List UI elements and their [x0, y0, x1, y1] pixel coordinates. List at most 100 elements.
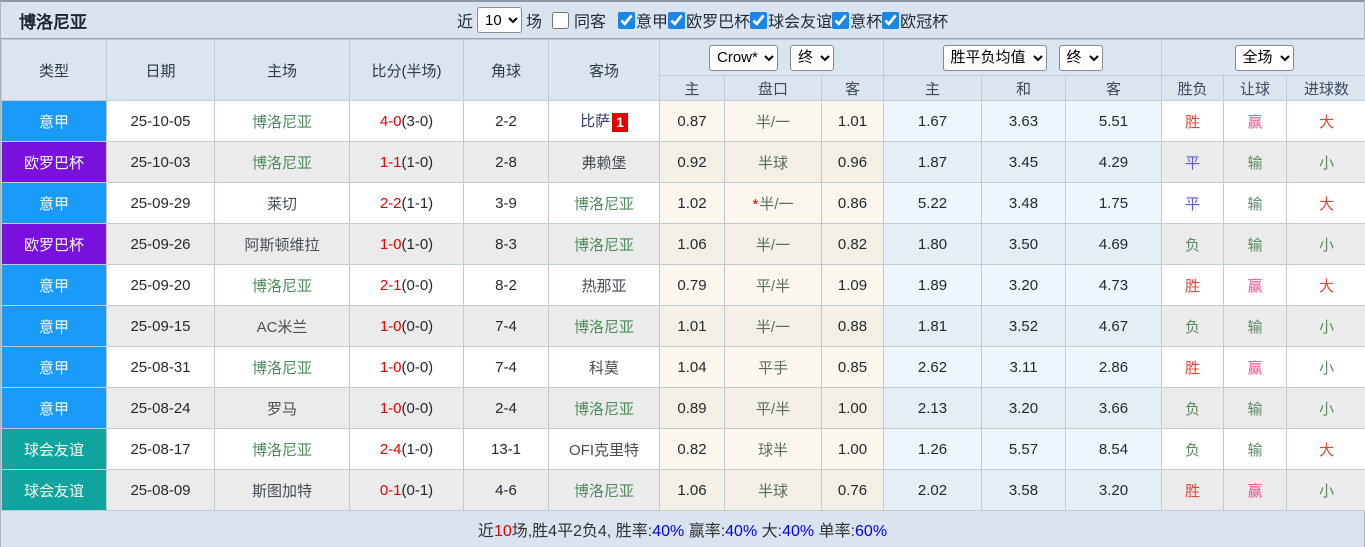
date-cell: 25-10-05 [107, 101, 215, 142]
score-fulltime[interactable]: 2-4 [380, 441, 402, 458]
league-cell[interactable]: 意甲 [2, 347, 107, 388]
away-team-link[interactable]: 比萨 [580, 113, 610, 130]
result-goals-cell: 小 [1287, 470, 1365, 511]
league-cell[interactable]: 意甲 [2, 183, 107, 224]
away-team-link[interactable]: 热那亚 [581, 278, 626, 295]
avg-away-cell: 5.51 [1066, 101, 1162, 142]
home-team-link[interactable]: 博洛尼亚 [252, 442, 312, 459]
league-filter-checkbox[interactable] [882, 12, 899, 29]
odds-away-cell: 0.96 [822, 142, 884, 183]
score-fulltime[interactable]: 2-2 [380, 195, 402, 212]
score-cell: 2-1(0-0) [350, 265, 464, 306]
col-header-result-handicap: 让球 [1224, 76, 1287, 101]
league-filter-checkbox[interactable] [832, 12, 849, 29]
avg-away-cell: 3.20 [1066, 470, 1162, 511]
corners-cell: 2-8 [464, 142, 549, 183]
home-team-link[interactable]: 博洛尼亚 [252, 114, 312, 131]
table-row: 意甲25-08-31博洛尼亚1-0(0-0)7-4科莫1.04平手0.852.6… [2, 347, 1365, 388]
odds-time-select[interactable]: 终 [790, 45, 834, 71]
same-away-checkbox[interactable] [552, 12, 569, 29]
away-team-cell: 博洛尼亚 [549, 388, 660, 429]
odds-home-cell: 0.87 [660, 101, 725, 142]
avg-type-select[interactable]: 胜平负均值 [943, 45, 1047, 71]
home-team-link[interactable]: 博洛尼亚 [252, 360, 312, 377]
score-fulltime[interactable]: 4-0 [380, 113, 402, 130]
away-team-link[interactable]: 博洛尼亚 [574, 483, 634, 500]
home-team-link[interactable]: 博洛尼亚 [252, 278, 312, 295]
avg-draw-cell: 3.20 [982, 265, 1066, 306]
score-halftime: (1-0) [402, 154, 434, 171]
match-rows: 意甲25-10-05博洛尼亚4-0(3-0)2-2比萨10.87半/一1.011… [2, 101, 1365, 511]
away-team-cell: 博洛尼亚 [549, 224, 660, 265]
home-team-link[interactable]: 罗马 [267, 401, 297, 418]
away-team-link[interactable]: 科莫 [589, 360, 619, 377]
league-filter: 意甲 [618, 8, 668, 32]
league-cell[interactable]: 欧罗巴杯 [2, 142, 107, 183]
odds-company-select[interactable]: Crow* [709, 45, 778, 71]
col-header-type: 类型 [2, 40, 107, 101]
col-header-home: 主场 [215, 40, 350, 101]
league-cell[interactable]: 球会友谊 [2, 429, 107, 470]
score-halftime: (3-0) [402, 113, 434, 130]
date-cell: 25-08-24 [107, 388, 215, 429]
corners-cell: 8-2 [464, 265, 549, 306]
league-filter-checkbox[interactable] [750, 12, 767, 29]
date-cell: 25-09-26 [107, 224, 215, 265]
home-team-link[interactable]: AC米兰 [257, 319, 308, 336]
odds-away-cell: 1.00 [822, 388, 884, 429]
league-filter-checkbox[interactable] [618, 12, 635, 29]
col-header-date: 日期 [107, 40, 215, 101]
corners-cell: 13-1 [464, 429, 549, 470]
score-halftime: (0-0) [402, 359, 434, 376]
home-team-link[interactable]: 博洛尼亚 [252, 155, 312, 172]
away-team-link[interactable]: OFI克里特 [569, 442, 639, 459]
avg-away-cell: 3.66 [1066, 388, 1162, 429]
away-team-link[interactable]: 博洛尼亚 [574, 237, 634, 254]
table-row: 意甲25-09-15AC米兰1-0(0-0)7-4博洛尼亚1.01半/一0.88… [2, 306, 1365, 347]
away-team-link[interactable]: 博洛尼亚 [574, 401, 634, 418]
league-cell[interactable]: 意甲 [2, 101, 107, 142]
score-fulltime[interactable]: 1-0 [380, 236, 402, 253]
score-fulltime[interactable]: 1-0 [380, 359, 402, 376]
score-fulltime[interactable]: 1-0 [380, 400, 402, 417]
away-team-cell: 博洛尼亚 [549, 183, 660, 224]
league-cell[interactable]: 意甲 [2, 388, 107, 429]
avg-time-select[interactable]: 终 [1059, 45, 1103, 71]
avg-away-cell: 4.73 [1066, 265, 1162, 306]
odds-handicap-cell: 半/一 [725, 101, 822, 142]
result-goals-cell: 大 [1287, 183, 1365, 224]
league-cell[interactable]: 意甲 [2, 265, 107, 306]
league-cell[interactable]: 意甲 [2, 306, 107, 347]
recent-count-select[interactable]: 10 [477, 7, 522, 33]
odds-handicap-cell: 球半 [725, 429, 822, 470]
score-halftime: (0-1) [402, 482, 434, 499]
home-team-link[interactable]: 阿斯顿维拉 [244, 237, 319, 254]
odds-handicap-cell: 平/半 [725, 388, 822, 429]
league-filter-checkbox[interactable] [668, 12, 685, 29]
rank-badge: 1 [612, 113, 628, 132]
result-handicap-cell: 输 [1224, 224, 1287, 265]
score-fulltime[interactable]: 1-1 [380, 154, 402, 171]
result-goals-cell: 小 [1287, 388, 1365, 429]
score-fulltime[interactable]: 1-0 [380, 318, 402, 335]
avg-home-cell: 2.02 [884, 470, 982, 511]
odds-home-cell: 0.89 [660, 388, 725, 429]
away-team-link[interactable]: 博洛尼亚 [574, 196, 634, 213]
league-cell[interactable]: 球会友谊 [2, 470, 107, 511]
score-halftime: (0-0) [402, 277, 434, 294]
score-fulltime[interactable]: 0-1 [380, 482, 402, 499]
summary-segment: 40% [652, 523, 684, 540]
score-fulltime[interactable]: 2-1 [380, 277, 402, 294]
home-team-link[interactable]: 斯图加特 [252, 483, 312, 500]
score-halftime: (0-0) [402, 318, 434, 335]
league-cell[interactable]: 欧罗巴杯 [2, 224, 107, 265]
away-team-link[interactable]: 弗赖堡 [581, 155, 626, 172]
result-wdl-cell: 负 [1162, 388, 1224, 429]
same-away-label: 同客 [574, 8, 606, 32]
away-team-link[interactable]: 博洛尼亚 [574, 319, 634, 336]
home-team-link[interactable]: 莱切 [267, 196, 297, 213]
scope-select[interactable]: 全场 [1235, 45, 1294, 71]
odds-away-cell: 1.01 [822, 101, 884, 142]
score-halftime: (0-0) [402, 400, 434, 417]
summary-text: 近10场,胜4平2负4, 胜率:40% 赢率:40% 大:40% 单率:60% [478, 517, 887, 541]
